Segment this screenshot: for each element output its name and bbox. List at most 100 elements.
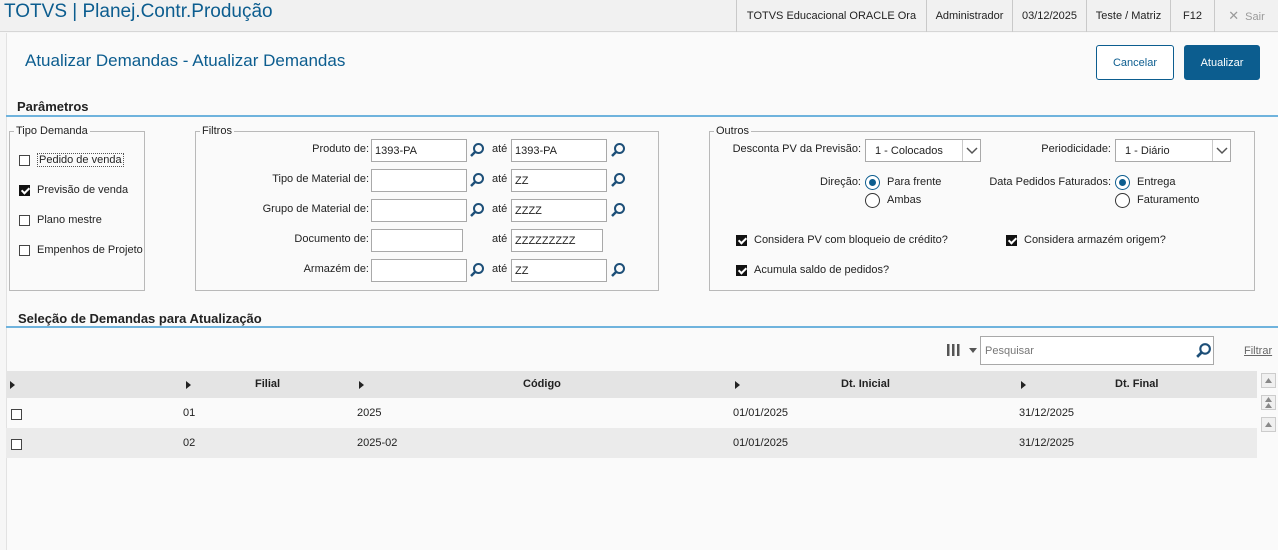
armazem-to-input[interactable]	[511, 259, 607, 282]
radio-label: Faturamento	[1137, 194, 1200, 206]
tipo-empenhos-projeto-checkbox[interactable]: Empenhos de Projeto	[19, 243, 143, 257]
columns-menu-button[interactable]	[940, 336, 980, 365]
grupo-material-to-input[interactable]	[511, 199, 607, 222]
periodicidade-select[interactable]: 1 - Diário	[1115, 139, 1231, 162]
cell-codigo: 2025-02	[357, 437, 398, 449]
radio-button[interactable]	[865, 174, 880, 190]
checkbox-label: Acumula saldo de pedidos?	[754, 264, 890, 276]
content-panel	[6, 33, 1278, 550]
sort-arrow-icon[interactable]	[10, 381, 15, 389]
considera-armazem-origem-checkbox[interactable]: Considera armazém origem?	[1006, 233, 1166, 247]
column-header-dt-final[interactable]: Dt. Final	[1115, 378, 1158, 390]
params-section-title: Parâmetros	[17, 99, 89, 114]
chevron-down-icon[interactable]	[1212, 140, 1230, 161]
checkbox-box[interactable]	[19, 244, 30, 256]
column-header-codigo[interactable]: Código	[523, 378, 561, 390]
app-title: TOTVS | Planej.Contr.Produção	[4, 1, 273, 22]
f12-key[interactable]: F12	[1170, 0, 1214, 32]
table-row[interactable]: 02 2025-02 01/01/2025 31/12/2025	[6, 428, 1257, 458]
search-icon[interactable]	[610, 172, 626, 188]
direcao-label: Direção:	[820, 176, 861, 188]
scroll-up-button[interactable]	[1261, 395, 1276, 410]
produto-to-input[interactable]	[511, 139, 607, 162]
desconta-pv-select[interactable]: 1 - Colocados	[865, 139, 981, 162]
tipo-plano-mestre-checkbox[interactable]: Plano mestre	[19, 213, 102, 227]
radio-button[interactable]	[1115, 174, 1130, 190]
tipo-material-to-input[interactable]	[511, 169, 607, 192]
tipo-material-to-label: até	[492, 173, 508, 185]
selection-divider	[6, 326, 1278, 328]
search-icon[interactable]	[610, 142, 626, 158]
table-row[interactable]: 01 2025 01/01/2025 31/12/2025	[6, 398, 1257, 428]
periodicidade-value: 1 - Diário	[1125, 145, 1170, 157]
cancel-button[interactable]: Cancelar	[1096, 45, 1174, 80]
scroll-top-button[interactable]	[1261, 373, 1276, 388]
checkbox-box[interactable]	[736, 264, 747, 276]
cell-dt-inicial: 01/01/2025	[733, 437, 789, 449]
chevron-down-icon[interactable]	[962, 140, 980, 161]
armazem-from-input[interactable]	[371, 259, 467, 282]
tipo-demanda-legend: Tipo Demanda	[14, 125, 90, 137]
documento-to-label: até	[492, 233, 508, 245]
radio-button[interactable]	[865, 192, 880, 208]
checkbox-box[interactable]	[1006, 234, 1017, 246]
direcao-para-frente-radio[interactable]: Para frente	[865, 174, 941, 190]
filter-link[interactable]: Filtrar	[1244, 345, 1272, 357]
checkbox-box[interactable]	[19, 154, 30, 166]
grupo-material-from-input[interactable]	[371, 199, 467, 222]
search-icon[interactable]	[469, 172, 485, 188]
columns-icon[interactable]	[940, 336, 980, 365]
sort-arrow-icon[interactable]	[359, 381, 364, 389]
armazem-from-label: Armazém de:	[303, 263, 369, 275]
search-icon[interactable]	[610, 202, 626, 218]
column-header-dt-inicial[interactable]: Dt. Inicial	[841, 378, 890, 390]
cell-dt-inicial: 01/01/2025	[733, 407, 789, 419]
checkbox-label: Plano mestre	[37, 214, 102, 226]
acumula-saldo-checkbox[interactable]: Acumula saldo de pedidos?	[736, 263, 889, 277]
search-icon[interactable]	[469, 202, 485, 218]
sort-arrow-icon[interactable]	[735, 381, 740, 389]
checkbox-box[interactable]	[19, 214, 30, 226]
outros-legend: Outros	[714, 125, 752, 137]
grid-scrollbar[interactable]	[1261, 373, 1276, 433]
desconta-pv-label: Desconta PV da Previsão:	[732, 143, 861, 155]
update-button[interactable]: Atualizar	[1184, 45, 1260, 80]
environment-label[interactable]: TOTVS Educacional ORACLE Ora	[736, 0, 926, 32]
scroll-up-icon	[1265, 397, 1272, 408]
user-label[interactable]: Administrador	[926, 0, 1012, 32]
documento-from-input[interactable]	[371, 229, 463, 252]
column-header-filial[interactable]: Filial	[255, 378, 280, 390]
produto-from-label: Produto de:	[312, 143, 369, 155]
checkbox-label: Considera armazém origem?	[1024, 234, 1166, 246]
exit-button[interactable]: ✕ Sair	[1214, 0, 1278, 32]
tipo-previsao-venda-checkbox[interactable]: Previsão de venda	[19, 183, 128, 197]
scroll-down-button[interactable]	[1261, 417, 1276, 432]
cell-dt-final: 31/12/2025	[1019, 407, 1075, 419]
considera-bloqueio-credito-checkbox[interactable]: Considera PV com bloqueio de crédito?	[736, 233, 948, 247]
produto-from-input[interactable]	[371, 139, 467, 162]
grupo-material-to-label: até	[492, 203, 508, 215]
row-checkbox[interactable]	[11, 439, 22, 450]
desconta-pv-value: 1 - Colocados	[875, 145, 943, 157]
data-pedidos-faturamento-radio[interactable]: Faturamento	[1115, 192, 1199, 208]
radio-label: Ambas	[887, 194, 922, 206]
checkbox-box[interactable]	[19, 184, 30, 196]
data-pedidos-entrega-radio[interactable]: Entrega	[1115, 174, 1176, 190]
radio-button[interactable]	[1115, 192, 1130, 208]
direcao-ambas-radio[interactable]: Ambas	[865, 192, 921, 208]
company-label[interactable]: Teste / Matriz	[1086, 0, 1170, 32]
date-label[interactable]: 03/12/2025	[1012, 0, 1086, 32]
sort-arrow-icon[interactable]	[186, 381, 191, 389]
search-icon[interactable]	[469, 142, 485, 158]
search-icon[interactable]	[1195, 342, 1212, 359]
documento-to-input[interactable]	[511, 229, 603, 252]
row-checkbox[interactable]	[11, 409, 22, 420]
cell-filial: 02	[183, 437, 196, 449]
search-icon[interactable]	[610, 262, 626, 278]
search-input[interactable]	[980, 336, 1214, 365]
search-icon[interactable]	[469, 262, 485, 278]
tipo-material-from-input[interactable]	[371, 169, 467, 192]
checkbox-box[interactable]	[736, 234, 747, 246]
tipo-pedido-venda-checkbox[interactable]: Pedido de venda	[19, 153, 124, 167]
sort-arrow-icon[interactable]	[1021, 381, 1026, 389]
